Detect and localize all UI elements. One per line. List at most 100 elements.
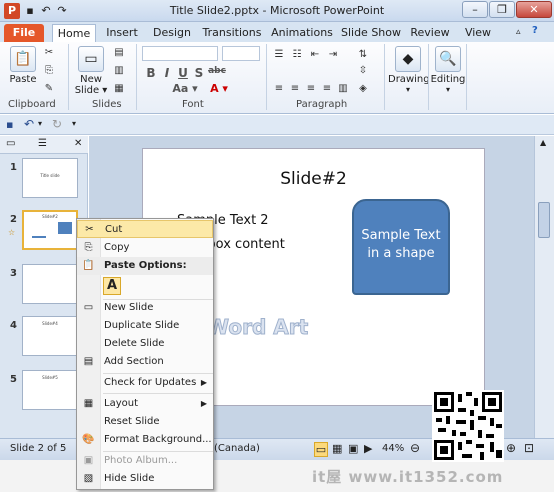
align-left-icon[interactable]: ≡ xyxy=(272,82,286,96)
vertical-scrollbar[interactable]: ▲ xyxy=(534,136,554,438)
bullets-icon[interactable]: ☰ xyxy=(272,48,286,62)
cut-icon[interactable]: ✂ xyxy=(42,46,56,60)
slide-thumbnail[interactable]: Title slide xyxy=(22,158,78,198)
menu-item-copy[interactable]: ⎘ Copy xyxy=(77,239,213,257)
tab-insert[interactable]: Insert xyxy=(100,24,144,42)
slide-thumbnail[interactable]: Slide#4 xyxy=(22,316,78,356)
bold-button[interactable]: B xyxy=(144,66,158,80)
format-painter-icon[interactable]: ✎ xyxy=(42,82,56,96)
help-icon[interactable]: ? xyxy=(532,25,538,36)
font-color-button[interactable]: A ▾ xyxy=(206,82,232,95)
tab-file[interactable]: File xyxy=(4,24,44,42)
align-center-icon[interactable]: ≡ xyxy=(288,82,302,96)
menu-item-delete-slide[interactable]: Delete Slide xyxy=(77,335,213,353)
drawing-button[interactable]: ◆ Drawing ▾ xyxy=(388,46,430,94)
font-name-dropdown[interactable] xyxy=(142,46,218,61)
menu-label: Reset Slide xyxy=(104,416,160,427)
scroll-up-icon[interactable]: ▲ xyxy=(540,138,546,147)
menu-item-format-background[interactable]: 🎨 Format Background... xyxy=(77,431,213,449)
slide-count: Slide 2 of 5 xyxy=(10,443,67,454)
normal-view-icon[interactable]: ▭ xyxy=(314,442,328,457)
ribbon-collapse-icon[interactable]: ▵ xyxy=(516,27,521,37)
tab-animations[interactable]: Animations xyxy=(270,24,334,42)
menu-item-hide-slide[interactable]: ▧ Hide Slide xyxy=(77,470,213,488)
zoom-level[interactable]: 44% xyxy=(382,443,404,454)
hide-slide-icon: ▧ xyxy=(83,473,94,484)
section-icon[interactable]: ▦ xyxy=(112,82,126,96)
font-size-dropdown[interactable] xyxy=(222,46,260,61)
undo-icon[interactable]: ↶ xyxy=(24,117,34,131)
zoom-in-icon[interactable]: ⊕ xyxy=(506,441,516,455)
paste-keep-text-button[interactable]: A xyxy=(103,277,121,295)
reset-icon[interactable]: ▥ xyxy=(112,64,126,78)
slide-wordart[interactable]: Word Art xyxy=(206,315,308,340)
menu-item-check-updates[interactable]: Check for Updates ▶ xyxy=(77,374,213,392)
save-icon[interactable]: ▪ xyxy=(6,118,13,131)
close-button[interactable]: ✕ xyxy=(516,1,552,18)
align-right-icon[interactable]: ≡ xyxy=(304,82,318,96)
slides-tab-icon[interactable]: ▭ xyxy=(6,138,15,149)
paste-label: Paste xyxy=(9,74,37,85)
justify-icon[interactable]: ≡ xyxy=(320,82,334,96)
slide-sorter-icon[interactable]: ▦ xyxy=(332,442,342,455)
restore-button[interactable]: ❐ xyxy=(489,1,515,18)
italic-button[interactable]: I xyxy=(160,66,174,80)
language-indicator[interactable]: (Canada) xyxy=(214,443,260,454)
group-divider xyxy=(428,44,429,110)
menu-item-add-section[interactable]: ▤ Add Section xyxy=(77,353,213,371)
thumb-number: 5 xyxy=(10,374,17,385)
editing-button[interactable]: 🔍 Editing ▾ xyxy=(430,46,466,94)
new-slide-label-2: Slide ▾ xyxy=(74,85,108,96)
new-slide-icon: ▭ xyxy=(78,46,104,72)
minimize-button[interactable]: – xyxy=(462,1,488,18)
menu-label: Duplicate Slide xyxy=(104,320,180,331)
tab-design[interactable]: Design xyxy=(150,24,194,42)
align-text-icon[interactable]: ⇳ xyxy=(356,64,370,78)
repeat-icon[interactable]: ↻ xyxy=(52,117,62,131)
smartart-icon[interactable]: ◈ xyxy=(356,82,370,96)
slide-title[interactable]: Slide#2 xyxy=(143,169,484,189)
layout-icon[interactable]: ▤ xyxy=(112,46,126,60)
tab-view[interactable]: View xyxy=(458,24,498,42)
menu-item-new-slide[interactable]: ▭ New Slide xyxy=(77,299,213,317)
title-bar: P ▪ ↶ ↷ Title Slide2.pptx - Microsoft Po… xyxy=(0,0,554,22)
new-slide-button[interactable]: ▭ New Slide ▾ xyxy=(74,46,108,96)
outline-tab-icon[interactable]: ☰ xyxy=(38,138,47,149)
menu-item-reset-slide[interactable]: Reset Slide xyxy=(77,413,213,431)
columns-icon[interactable]: ▥ xyxy=(336,82,350,96)
shapes-icon: ◆ xyxy=(395,46,421,72)
close-pane-icon[interactable]: ✕ xyxy=(74,138,82,149)
slide-thumbnail[interactable]: Slide#5 xyxy=(22,370,78,410)
fit-to-window-icon[interactable]: ⊡ xyxy=(524,441,534,455)
slide-thumbnail-selected[interactable]: Slide#2 xyxy=(22,210,78,250)
decrease-indent-icon[interactable]: ⇤ xyxy=(308,48,322,62)
reading-view-icon[interactable]: ▣ xyxy=(348,442,358,455)
thumb-wordart xyxy=(32,236,46,238)
tab-transitions[interactable]: Transitions xyxy=(200,24,264,42)
undo-dropdown-icon[interactable]: ▾ xyxy=(38,119,42,128)
tab-home[interactable]: Home xyxy=(52,24,96,42)
menu-item-duplicate-slide[interactable]: Duplicate Slide xyxy=(77,317,213,335)
menu-item-cut[interactable]: ✂ Cut xyxy=(77,220,213,238)
copy-icon[interactable]: ⎘ xyxy=(42,64,56,78)
group-label-font: Font xyxy=(182,99,204,110)
zoom-out-icon[interactable]: ⊖ xyxy=(410,441,420,455)
text-direction-icon[interactable]: ⇅ xyxy=(356,48,370,62)
tab-slide-show[interactable]: Slide Show xyxy=(340,24,402,42)
change-case-button[interactable]: Aa ▾ xyxy=(170,82,200,95)
underline-button[interactable]: U xyxy=(176,66,190,80)
shadow-button[interactable]: S xyxy=(192,66,206,80)
customize-qat-icon[interactable]: ▾ xyxy=(72,119,76,128)
paste-button[interactable]: 📋 Paste xyxy=(6,46,40,85)
increase-indent-icon[interactable]: ⇥ xyxy=(326,48,340,62)
slideshow-view-icon[interactable]: ▶ xyxy=(364,442,372,455)
slide-shape[interactable]: Sample Text in a shape xyxy=(352,199,450,295)
menu-item-layout[interactable]: ▦ Layout ▶ xyxy=(77,395,213,413)
slide-thumbnail[interactable] xyxy=(22,264,78,304)
cut-icon: ✂ xyxy=(85,224,94,235)
strikethrough-button[interactable]: abc xyxy=(206,66,228,76)
numbering-icon[interactable]: ☷ xyxy=(290,48,304,62)
format-background-icon: 🎨 xyxy=(82,434,95,445)
tab-review[interactable]: Review xyxy=(408,24,452,42)
scroll-thumb[interactable] xyxy=(538,202,550,238)
